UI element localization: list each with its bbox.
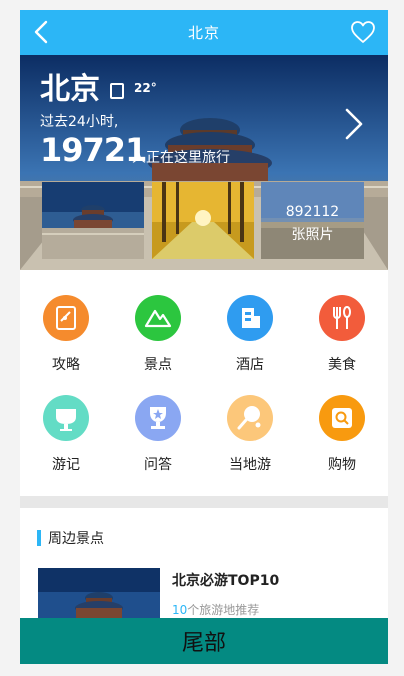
mountain-icon (135, 295, 181, 341)
category-travelogue[interactable]: 游记 (20, 385, 112, 473)
top-navigation-bar: 北京 (20, 10, 388, 55)
category-shopping-label: 购物 (328, 457, 356, 473)
category-guide[interactable]: 攻略 (20, 285, 112, 373)
category-hotel-label: 酒店 (236, 357, 264, 373)
category-guide-label: 攻略 (52, 357, 80, 373)
nearby-title: 周边景点 (48, 531, 104, 547)
travelogue-icon (43, 395, 89, 441)
back-arrow-icon[interactable] (30, 20, 54, 44)
visitor-label: 人正在这里旅行 (132, 150, 230, 166)
photo-count: 892112 (285, 204, 340, 220)
shopping-icon (319, 395, 365, 441)
city-hero-banner: 北京 22° 过去24小时, 19721 人正在这里旅行 892112 张照片 (20, 55, 388, 270)
page-title: 北京 (187, 24, 220, 42)
food-icon (319, 295, 365, 341)
weather-icon (110, 83, 124, 99)
category-qa-label: 问答 (144, 457, 172, 473)
category-food[interactable]: 美食 (296, 285, 388, 373)
category-grid: 攻略 景点 酒店 美食 游记 问答 当地游 购物 (20, 285, 388, 485)
photo-count-tile[interactable]: 892112 张照片 (261, 182, 364, 259)
app-screen: 北京 北京 22° 过去24小时, 19721 人正在这里旅行 892112 张… (20, 10, 388, 664)
category-local-tour-label: 当地游 (229, 457, 271, 473)
category-travelogue-label: 游记 (52, 457, 80, 473)
nearby-item-count: 10 (172, 603, 188, 617)
category-shopping[interactable]: 购物 (296, 385, 388, 473)
category-attractions-label: 景点 (144, 357, 172, 373)
section-accent-bar (37, 530, 41, 546)
heart-icon[interactable] (350, 20, 376, 44)
category-attractions[interactable]: 景点 (112, 285, 204, 373)
category-food-label: 美食 (328, 357, 356, 373)
photo-count-label: 张照片 (291, 227, 334, 243)
nearby-item-title[interactable]: 北京必游TOP10 (172, 570, 279, 590)
nearby-item-subtitle-text: 个旅游地推荐 (187, 603, 260, 617)
city-name: 北京 (40, 72, 100, 107)
photo-thumbnail-autumn-trees[interactable] (152, 182, 254, 259)
chevron-right-icon[interactable] (342, 107, 366, 141)
qa-trophy-icon (135, 395, 181, 441)
hotel-icon (227, 295, 273, 341)
local-tour-icon (227, 395, 273, 441)
temperature: 22° (134, 81, 157, 95)
footer-bar: 尾部 (20, 618, 388, 664)
nearby-section-header: 周边景点 (37, 528, 104, 548)
visitor-count: 19721 (40, 131, 147, 169)
category-local-tour[interactable]: 当地游 (204, 385, 296, 473)
category-hotel[interactable]: 酒店 (204, 285, 296, 373)
past-24h-label: 过去24小时, (40, 114, 119, 130)
guide-icon (43, 295, 89, 341)
category-qa[interactable]: 问答 (112, 385, 204, 473)
section-divider (20, 496, 388, 508)
footer-label: 尾部 (181, 631, 226, 656)
photo-thumbnail-temple[interactable] (42, 182, 144, 259)
nearby-item-subtitle: 10个旅游地推荐 (172, 601, 259, 618)
